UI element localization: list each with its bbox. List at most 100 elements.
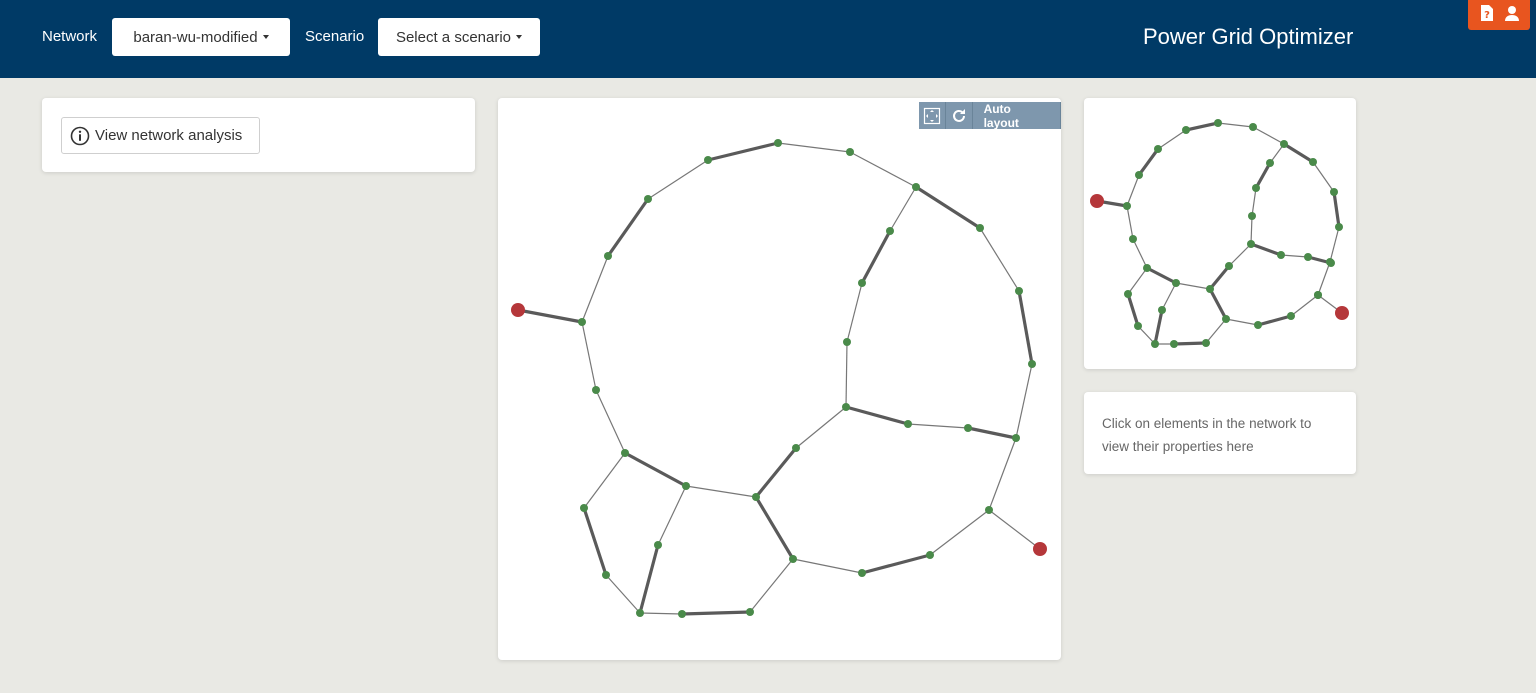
network-node[interactable] <box>592 386 600 394</box>
network-node[interactable] <box>621 449 629 457</box>
network-edge[interactable] <box>849 151 917 188</box>
network-node[interactable] <box>846 148 854 156</box>
network-edge[interactable] <box>1173 341 1207 346</box>
network-node[interactable] <box>912 183 920 191</box>
network-node[interactable] <box>1158 306 1166 314</box>
network-node[interactable] <box>1330 188 1338 196</box>
network-node[interactable] <box>985 506 993 514</box>
network-node[interactable] <box>578 318 586 326</box>
network-node[interactable] <box>1327 259 1335 267</box>
network-node[interactable] <box>604 252 612 260</box>
network-node[interactable] <box>1314 291 1322 299</box>
network-edge[interactable] <box>1250 215 1253 245</box>
network-node[interactable] <box>1154 145 1162 153</box>
network-edge[interactable] <box>1217 122 1254 128</box>
network-edge[interactable] <box>605 574 641 614</box>
fit-view-button[interactable] <box>919 102 946 129</box>
network-node[interactable] <box>752 493 760 501</box>
network-edge[interactable] <box>1137 148 1160 176</box>
network-edge[interactable] <box>754 496 795 560</box>
network-edge[interactable] <box>929 509 990 556</box>
network-edge[interactable] <box>583 452 626 509</box>
network-edge[interactable] <box>860 230 892 284</box>
minimap-panel[interactable] <box>1084 98 1356 369</box>
network-edge[interactable] <box>1015 363 1033 439</box>
network-node[interactable] <box>1172 279 1180 287</box>
network-node[interactable] <box>1254 321 1262 329</box>
network-edge[interactable] <box>1208 288 1228 320</box>
network-edge[interactable] <box>606 198 650 257</box>
network-node[interactable] <box>682 482 690 490</box>
network-edge[interactable] <box>1126 293 1140 327</box>
network-node[interactable] <box>774 139 782 147</box>
network-edge[interactable] <box>1157 129 1187 150</box>
network-edge[interactable] <box>988 509 1041 550</box>
network-node[interactable] <box>1028 360 1036 368</box>
help-document-icon[interactable]: ? <box>1479 4 1495 27</box>
network-node[interactable] <box>1287 312 1295 320</box>
network-node[interactable] <box>678 610 686 618</box>
network-edge[interactable] <box>1250 242 1282 257</box>
network-edge[interactable] <box>1175 282 1211 290</box>
network-node[interactable] <box>976 224 984 232</box>
network-graph-panel[interactable]: Auto layout <box>498 98 1061 660</box>
network-node[interactable] <box>1129 235 1137 243</box>
network-edge[interactable] <box>581 255 609 323</box>
network-edge[interactable] <box>581 321 597 391</box>
network-edge[interactable] <box>1017 290 1034 365</box>
network-node[interactable] <box>636 609 644 617</box>
source-node[interactable] <box>511 303 525 317</box>
network-minimap[interactable] <box>1084 98 1356 369</box>
network-edge[interactable] <box>907 423 969 429</box>
network-node[interactable] <box>1252 184 1260 192</box>
network-edge[interactable] <box>1329 226 1340 263</box>
network-node[interactable] <box>1182 126 1190 134</box>
network-edge[interactable] <box>1312 161 1335 193</box>
network-edge[interactable] <box>1225 318 1259 326</box>
network-edge[interactable] <box>1146 266 1177 285</box>
network-edge[interactable] <box>1161 282 1177 311</box>
auto-layout-button[interactable]: Auto layout <box>972 102 1061 130</box>
network-edge[interactable] <box>846 282 863 343</box>
network-node[interactable] <box>1225 262 1233 270</box>
network-edge[interactable] <box>639 612 683 615</box>
network-edge[interactable] <box>1126 174 1140 207</box>
network-node[interactable] <box>1249 123 1257 131</box>
network-edge[interactable] <box>1126 205 1134 240</box>
source-node[interactable] <box>1090 194 1104 208</box>
network-edge[interactable] <box>1254 162 1272 189</box>
source-node[interactable] <box>1335 306 1349 320</box>
network-node[interactable] <box>704 156 712 164</box>
network-node[interactable] <box>1304 253 1312 261</box>
network-edge[interactable] <box>1257 314 1292 327</box>
network-node[interactable] <box>842 403 850 411</box>
network-node[interactable] <box>1170 340 1178 348</box>
network-node[interactable] <box>1206 285 1214 293</box>
network-node[interactable] <box>1248 212 1256 220</box>
network-node[interactable] <box>926 551 934 559</box>
network-edge[interactable] <box>657 485 687 546</box>
network-node[interactable] <box>1277 251 1285 259</box>
network-edge[interactable] <box>795 406 847 449</box>
network-edge[interactable] <box>1208 264 1231 291</box>
network-edge[interactable] <box>845 405 909 426</box>
network-node[interactable] <box>789 555 797 563</box>
network-edge[interactable] <box>861 553 931 575</box>
network-node[interactable] <box>1247 240 1255 248</box>
network-edge[interactable] <box>1332 191 1341 228</box>
network-node[interactable] <box>654 541 662 549</box>
network-node[interactable] <box>886 227 894 235</box>
source-node[interactable] <box>1033 542 1047 556</box>
network-edge[interactable] <box>1228 243 1252 267</box>
network-node[interactable] <box>904 420 912 428</box>
network-edge[interactable] <box>749 558 794 613</box>
network-node[interactable] <box>1280 140 1288 148</box>
network-edge[interactable] <box>624 451 687 488</box>
network-edge[interactable] <box>1283 142 1314 164</box>
network-graph[interactable] <box>498 98 1061 660</box>
network-node[interactable] <box>1012 434 1020 442</box>
network-node[interactable] <box>1015 287 1023 295</box>
network-node[interactable] <box>1222 315 1230 323</box>
network-edge[interactable] <box>792 558 863 574</box>
network-edge[interactable] <box>517 308 583 324</box>
